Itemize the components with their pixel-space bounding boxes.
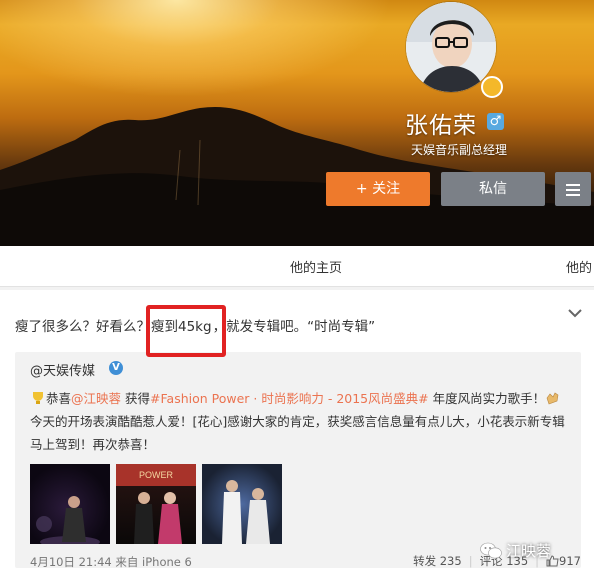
repost-text-3: 年度风尚实力歌手！ — [428, 391, 546, 406]
mention-link[interactable]: @江映蓉 — [71, 391, 121, 406]
male-icon: ♂ — [487, 113, 504, 130]
verified-icon: V — [109, 361, 123, 375]
post-text-after: ，就发专辑吧。“时尚专辑” — [212, 319, 376, 335]
repost-count[interactable]: 转发 235 — [413, 554, 462, 568]
profile-tabbar: 他的主页 他的 — [0, 246, 594, 287]
hills-silhouette — [0, 107, 594, 246]
repost-image-1[interactable] — [30, 464, 110, 544]
watermark: 江映蓉 — [480, 540, 551, 561]
post-meta: 4月10日 21:44 来自 iPhone 6 — [30, 555, 192, 569]
avatar[interactable] — [406, 2, 496, 92]
clap-icon — [546, 392, 559, 405]
more-menu-button[interactable] — [555, 172, 591, 206]
repost-text-1: 恭喜 — [46, 391, 72, 406]
repost-text-2: 获得 — [121, 391, 151, 406]
stage-photo — [36, 496, 100, 544]
profile-name: 张佑荣 — [405, 113, 477, 139]
profile-title: 天娱音乐副总经理 — [411, 143, 508, 157]
repost-body: 恭喜@江映蓉 获得#Fashion Power · 时尚影响力 - 2015风尚… — [30, 387, 570, 456]
trophy-icon — [33, 392, 43, 404]
award-photo-2 — [222, 480, 270, 544]
highlight-annotation-box — [146, 305, 226, 357]
post-text-before: 瘦了很多么？好看么？ — [15, 319, 150, 335]
tab-more[interactable]: 他的 — [566, 257, 592, 276]
profile-cover: 张佑荣 ♂ 天娱音乐副总经理 + 关注 私信 — [0, 0, 594, 246]
award-photo: POWER — [116, 464, 196, 544]
follow-button[interactable]: + 关注 — [326, 172, 430, 206]
message-button[interactable]: 私信 — [441, 172, 545, 206]
like-count[interactable]: 917 — [559, 554, 581, 568]
repost-author[interactable]: @天娱传媒 — [30, 360, 95, 379]
repost-text-4: 今天的开场表演酷酷惹人爱！[花心]感谢大家的肯定，获奖感言信息量有点儿大，小花表… — [30, 414, 565, 452]
wechat-icon — [480, 542, 502, 559]
chevron-down-icon[interactable] — [568, 308, 582, 318]
svg-text:POWER: POWER — [139, 470, 174, 480]
watermark-text: 江映蓉 — [506, 542, 552, 560]
repost-image-2[interactable]: POWER — [116, 464, 196, 544]
hamburger-icon — [566, 184, 580, 186]
tab-home[interactable]: 他的主页 — [290, 257, 342, 276]
vip-badge-icon — [481, 76, 503, 98]
avatar-photo — [406, 2, 496, 92]
repost-image-3[interactable] — [202, 464, 282, 544]
repost-card[interactable]: @天娱传媒 V 恭喜@江映蓉 获得#Fashion Power · 时尚影响力 … — [15, 352, 581, 569]
hashtag-link[interactable]: #Fashion Power · 时尚影响力 - 2015风尚盛典# — [150, 391, 429, 406]
